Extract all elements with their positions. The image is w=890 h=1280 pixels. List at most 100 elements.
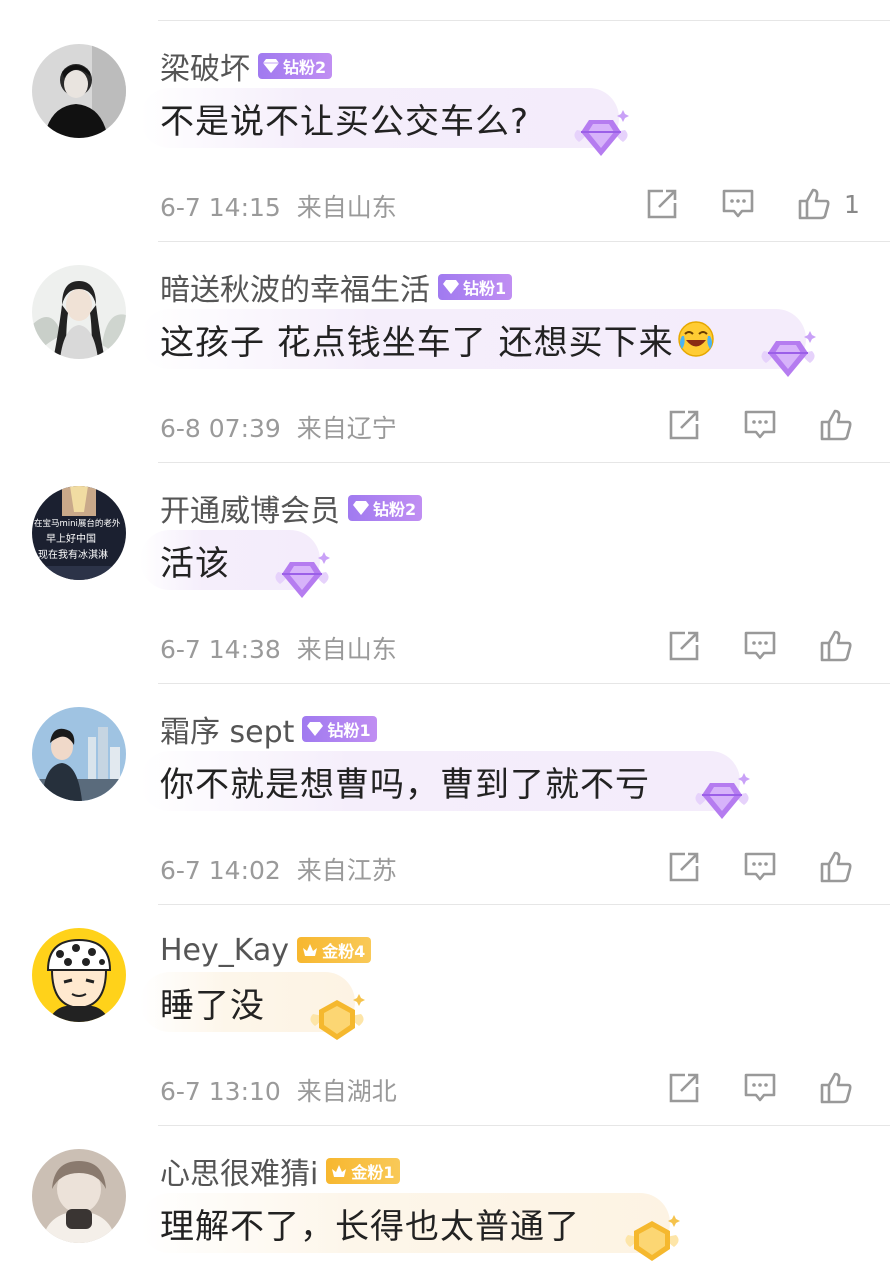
fan-badge[interactable]: 金粉1	[326, 1158, 401, 1184]
fan-badge[interactable]: 钻粉1	[302, 716, 377, 742]
fan-badge[interactable]: 金粉4	[297, 937, 372, 963]
username[interactable]: 心思很难猜i	[160, 1149, 318, 1193]
divider	[158, 1125, 890, 1126]
comment-button[interactable]	[742, 628, 778, 664]
share-button[interactable]	[666, 849, 702, 885]
avatar[interactable]	[32, 265, 126, 359]
comment-date: 6-7 13:10	[160, 1077, 281, 1106]
user-row: Hey_Kay 金粉4	[160, 930, 372, 970]
comment-icon	[722, 189, 754, 218]
comment-meta: 6-7 14:02 来自江苏	[160, 851, 397, 887]
username[interactable]: 暗送秋波的幸福生活	[160, 265, 430, 309]
comment-bubble[interactable]: 活该	[140, 530, 330, 598]
comment-meta: 6-7 14:15 来自山东	[160, 188, 397, 224]
comment-location: 来自湖北	[296, 1077, 397, 1106]
comment-icon	[744, 410, 776, 439]
comment-item: 梁破坏 钻粉2 不是说不让买公交车么? 6-7 14:15 来自山东 1	[0, 0, 890, 224]
action-bar: 1	[644, 182, 860, 226]
diamond-decoration-icon	[275, 552, 330, 598]
divider	[158, 20, 890, 21]
avatar[interactable]	[32, 928, 126, 1022]
comment-location: 来自山东	[296, 635, 397, 664]
like-count: 1	[844, 189, 860, 219]
gold-decoration-icon	[310, 994, 365, 1040]
share-icon	[669, 631, 699, 661]
badge-label: 钻粉1	[463, 279, 507, 298]
comment-text: 睡了没	[160, 985, 265, 1026]
comment-text: 不是说不让买公交车么?	[160, 101, 530, 142]
comment-date: 6-7 14:15	[160, 193, 281, 222]
username[interactable]: 梁破坏	[160, 44, 250, 88]
like-icon	[820, 630, 852, 662]
comment-date: 6-7 14:38	[160, 635, 281, 664]
comment-date: 6-8 07:39	[160, 414, 281, 443]
user-row: 梁破坏 钻粉2	[160, 44, 333, 88]
user-row: 暗送秋波的幸福生活 钻粉1	[160, 265, 513, 309]
avatar[interactable]	[32, 1149, 126, 1243]
share-button[interactable]	[666, 407, 702, 443]
comment-item: 心思很难猜i 金粉1 理解不了，长得也太普通了	[0, 1105, 890, 1280]
diamond-decoration-icon	[574, 110, 630, 156]
badge-label: 钻粉1	[327, 721, 371, 740]
comment-text: 理解不了，长得也太普通了	[160, 1206, 580, 1247]
diamond-decoration-icon	[761, 331, 816, 377]
avatar[interactable]	[32, 44, 126, 138]
fan-badge[interactable]: 钻粉2	[348, 495, 423, 521]
share-icon	[647, 189, 677, 219]
share-button[interactable]	[666, 628, 702, 664]
fan-badge[interactable]: 钻粉2	[258, 53, 333, 79]
share-button[interactable]	[666, 1070, 702, 1106]
comment-date: 6-7 14:02	[160, 856, 281, 885]
badge-label: 金粉4	[322, 942, 366, 961]
like-button[interactable]	[796, 186, 832, 222]
comment-icon	[744, 852, 776, 881]
comment-item: 在宝马mini展台的老外 早上好中国 现在我有冰淇淋 开通威博会员 钻粉2 活该…	[0, 442, 890, 664]
comment-button[interactable]	[742, 407, 778, 443]
divider	[158, 904, 890, 905]
comment-bubble[interactable]: 理解不了，长得也太普通了	[140, 1193, 680, 1261]
username[interactable]: Hey_Kay	[160, 933, 289, 968]
comment-location: 来自山东	[296, 193, 397, 222]
diamond-decoration-icon	[695, 773, 750, 819]
gold-crown-icon	[303, 944, 318, 956]
diamond-gem-icon	[443, 280, 459, 294]
avatar[interactable]	[32, 707, 126, 801]
badge-label: 金粉1	[351, 1163, 395, 1182]
username[interactable]: 开通威博会员	[160, 486, 340, 530]
badge-label: 钻粉2	[373, 500, 417, 519]
action-bar	[666, 1066, 866, 1110]
like-button[interactable]	[818, 407, 854, 443]
comment-item: Hey_Kay 金粉4 睡了没 6-7 13:10 来自湖北	[0, 884, 890, 1108]
avatar-overlay-line2: 早上好中国	[46, 532, 96, 545]
comment-bubble[interactable]: 睡了没	[140, 972, 365, 1040]
comment-text: 活该	[160, 543, 230, 584]
diamond-gem-icon	[263, 59, 279, 73]
like-button[interactable]	[818, 628, 854, 664]
diamond-gem-icon	[353, 501, 369, 515]
comment-bubble[interactable]: 这孩子 花点钱坐车了 还想买下来	[140, 309, 816, 377]
comment-bubble[interactable]: 你不就是想曹吗，曹到了就不亏	[140, 751, 750, 819]
comment-meta: 6-7 13:10 来自湖北	[160, 1072, 397, 1108]
badge-label: 钻粉2	[283, 58, 327, 77]
user-row: 霜序 sept 钻粉1	[160, 707, 377, 751]
like-icon	[820, 851, 852, 883]
action-bar	[666, 403, 866, 447]
avatar[interactable]: 在宝马mini展台的老外 早上好中国 现在我有冰淇淋	[32, 486, 126, 580]
comment-text: 这孩子 花点钱坐车了 还想买下来	[160, 322, 674, 363]
like-icon	[820, 409, 852, 441]
share-button[interactable]	[644, 186, 680, 222]
fan-badge[interactable]: 钻粉1	[438, 274, 513, 300]
avatar-overlay-line3: 现在我有冰淇淋	[38, 548, 108, 561]
comment-icon	[744, 1073, 776, 1102]
share-icon	[669, 852, 699, 882]
like-button[interactable]	[818, 849, 854, 885]
username[interactable]: 霜序 sept	[160, 707, 294, 751]
comment-button[interactable]	[742, 1070, 778, 1106]
comment-button[interactable]	[720, 186, 756, 222]
like-button[interactable]	[818, 1070, 854, 1106]
comment-item: 暗送秋波的幸福生活 钻粉1 这孩子 花点钱坐车了 还想买下来 6-8 07:39…	[0, 221, 890, 443]
share-icon	[669, 1073, 699, 1103]
share-icon	[669, 410, 699, 440]
comment-bubble[interactable]: 不是说不让买公交车么?	[140, 88, 630, 156]
comment-button[interactable]	[742, 849, 778, 885]
